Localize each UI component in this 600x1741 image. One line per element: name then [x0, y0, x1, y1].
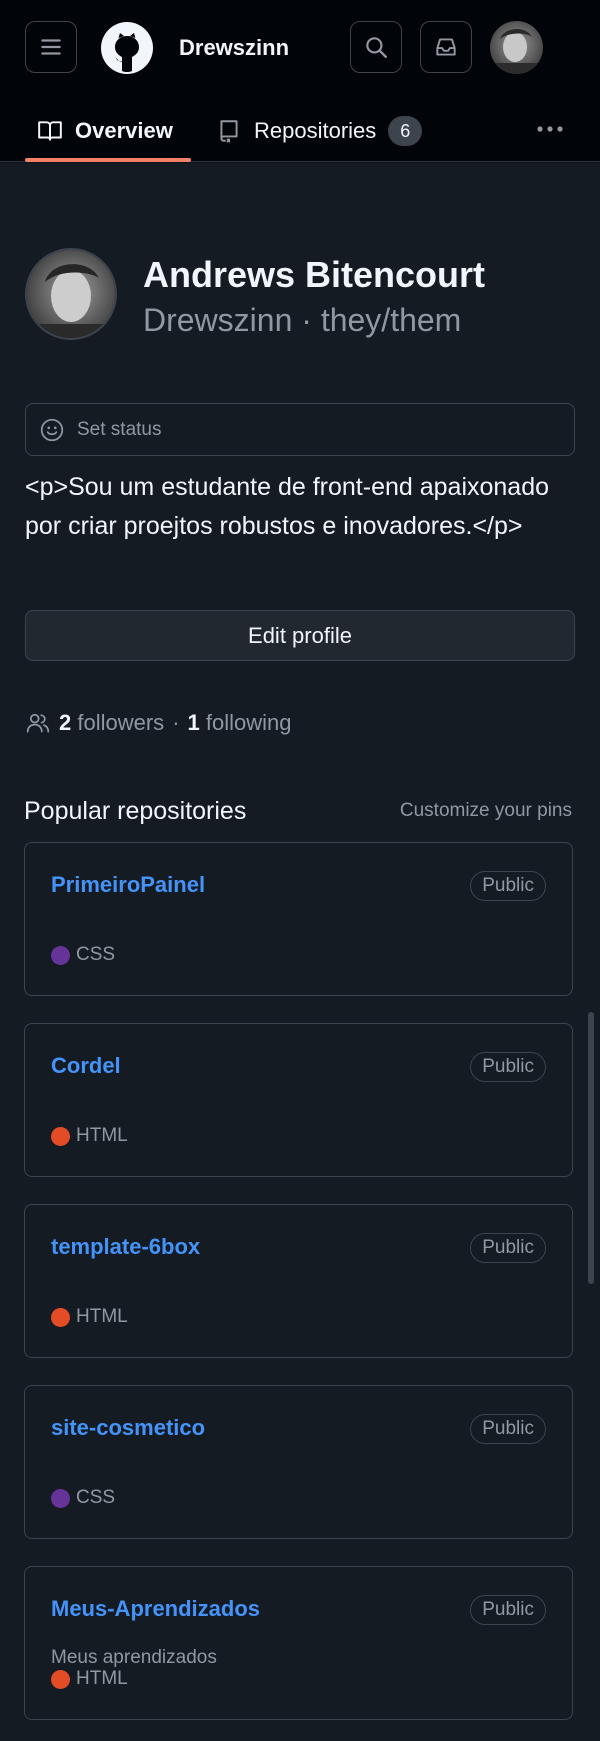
repo-language-label: CSS — [76, 1487, 116, 1508]
repo-card: PrimeiroPainel Public CSS — [24, 842, 573, 996]
repo-visibility-badge: Public — [470, 1233, 546, 1263]
tab-overview-label: Overview — [75, 118, 173, 143]
follow-separator: · — [172, 710, 180, 735]
repo-icon — [220, 120, 238, 143]
search-icon — [366, 37, 387, 58]
user-avatar-button[interactable] — [490, 21, 543, 74]
followers-count: 2 — [59, 710, 72, 735]
repo-visibility-badge: Public — [470, 1595, 546, 1625]
followers-link[interactable]: 2 followers — [59, 710, 164, 736]
repo-visibility-badge: Public — [470, 871, 546, 901]
language-color-dot — [51, 1126, 70, 1146]
repo-visibility-badge: Public — [470, 1052, 546, 1082]
repositories-count-badge: 6 — [388, 116, 423, 146]
profile-avatar-photo — [27, 250, 115, 338]
avatar-photo — [490, 21, 543, 74]
hamburger-menu-button[interactable] — [25, 21, 77, 73]
header-username[interactable]: Drewszinn — [179, 30, 289, 66]
popular-repositories-section: Popular repositories Customize your pins… — [0, 795, 600, 1741]
repo-card: Cordel Public HTML — [24, 1023, 573, 1177]
repo-name-link[interactable]: PrimeiroPainel — [51, 871, 205, 899]
inbox-icon — [436, 38, 456, 56]
app-header: Drewszinn Overview Repositories 6 — [0, 0, 600, 162]
repo-language-label: HTML — [76, 1125, 128, 1146]
language-color-dot — [51, 1307, 70, 1327]
repo-language: HTML — [51, 1667, 128, 1691]
page-scrollbar[interactable] — [588, 1012, 594, 1284]
popular-repositories-heading: Popular repositories — [24, 797, 247, 825]
repo-name-link[interactable]: Meus-Aprendizados — [51, 1595, 260, 1623]
tab-overview[interactable]: Overview — [37, 100, 173, 162]
more-options-button[interactable] — [532, 114, 568, 144]
set-status-label: Set status — [77, 418, 162, 440]
profile-pronouns: they/them — [320, 302, 462, 338]
repo-language: HTML — [51, 1124, 128, 1148]
inbox-button[interactable] — [420, 21, 472, 73]
repo-visibility-badge: Public — [470, 1414, 546, 1444]
repo-language-label: CSS — [76, 944, 116, 965]
repo-name-link[interactable]: Cordel — [51, 1052, 121, 1080]
github-logo-link[interactable] — [100, 21, 154, 75]
profile-bio: <p>Sou um estudante de front-end apaixon… — [25, 473, 550, 540]
language-color-dot — [51, 1488, 70, 1508]
book-icon — [38, 121, 62, 141]
repo-language-label: HTML — [76, 1306, 128, 1327]
following-count: 1 — [187, 710, 200, 735]
profile-section: Andrews Bitencourt Drewszinn · they/them… — [0, 163, 600, 795]
following-label: following — [205, 710, 292, 735]
repo-language: CSS — [51, 943, 115, 967]
set-status-button[interactable]: Set status — [25, 403, 575, 456]
profile-tabs: Overview Repositories 6 — [0, 100, 600, 162]
hamburger-menu-icon — [41, 39, 61, 55]
customize-pins-link[interactable]: Customize your pins — [400, 799, 572, 823]
follow-stats: 2 followers · 1 following — [25, 703, 292, 743]
tab-repositories[interactable]: Repositories 6 — [216, 100, 423, 162]
kebab-horizontal-icon — [537, 126, 563, 132]
profile-login-pronouns: Drewszinn · they/them — [143, 300, 461, 340]
repo-language-label: HTML — [76, 1668, 128, 1689]
github-mark-icon — [101, 22, 153, 74]
language-color-dot — [51, 945, 70, 965]
repo-language: CSS — [51, 1486, 115, 1510]
profile-avatar[interactable] — [25, 248, 117, 340]
smiley-icon — [40, 418, 64, 441]
search-button[interactable] — [350, 21, 402, 73]
followers-label: followers — [77, 710, 165, 735]
selected-tab-indicator — [25, 158, 191, 162]
separator-dot: · — [301, 302, 312, 338]
profile-full-name: Andrews Bitencourt — [143, 254, 486, 295]
edit-profile-button[interactable]: Edit profile — [25, 610, 575, 661]
language-color-dot — [51, 1669, 70, 1689]
repo-name-link[interactable]: template-6box — [51, 1233, 200, 1261]
people-icon — [26, 713, 50, 733]
repo-card: Meus-Aprendizados Public Meus aprendizad… — [24, 1566, 573, 1720]
following-link[interactable]: 1 following — [188, 710, 292, 736]
tab-repositories-label: Repositories — [254, 118, 377, 143]
repo-card: site-cosmetico Public CSS — [24, 1385, 573, 1539]
repo-language: HTML — [51, 1305, 128, 1329]
repo-card: template-6box Public HTML — [24, 1204, 573, 1358]
repo-name-link[interactable]: site-cosmetico — [51, 1414, 205, 1442]
profile-login: Drewszinn — [143, 302, 293, 338]
